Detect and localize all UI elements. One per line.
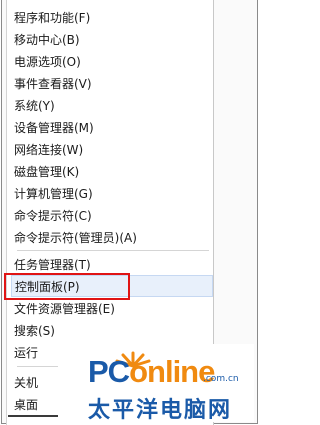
menu-item-disk-management[interactable]: 磁盘管理(K) bbox=[14, 161, 210, 183]
annotation-highlight-box bbox=[4, 273, 130, 300]
menu-item-device-manager[interactable]: 设备管理器(M) bbox=[14, 117, 210, 139]
menu-item-power-options[interactable]: 电源选项(O) bbox=[14, 51, 210, 73]
watermark: PConline .com.cn 太平洋电脑网 bbox=[58, 344, 254, 423]
menu-separator bbox=[17, 250, 209, 251]
watermark-domain: .com.cn bbox=[203, 374, 239, 384]
menu-item-network-connections[interactable]: 网络连接(W) bbox=[14, 139, 210, 161]
logo-pc: PC bbox=[88, 354, 130, 389]
menu-item-command-prompt-admin[interactable]: 命令提示符(管理员)(A) bbox=[14, 227, 210, 249]
menu-item-mobility-center[interactable]: 移动中心(B) bbox=[14, 29, 210, 51]
menu-item-file-explorer[interactable]: 文件资源管理器(E) bbox=[14, 298, 210, 320]
menu-item-programs-features[interactable]: 程序和功能(F) bbox=[14, 7, 210, 29]
menu-item-search[interactable]: 搜索(S) bbox=[14, 320, 210, 342]
menu-item-computer-management[interactable]: 计算机管理(G) bbox=[14, 183, 210, 205]
watermark-subtitle: 太平洋电脑网 bbox=[88, 398, 233, 423]
menu-item-system[interactable]: 系统(Y) bbox=[14, 95, 210, 117]
menu-item-command-prompt[interactable]: 命令提示符(C) bbox=[14, 205, 210, 227]
watermark-logo: PConline bbox=[88, 354, 215, 390]
menu-item-event-viewer[interactable]: 事件查看器(V) bbox=[14, 73, 210, 95]
logo-online: online bbox=[129, 354, 215, 389]
